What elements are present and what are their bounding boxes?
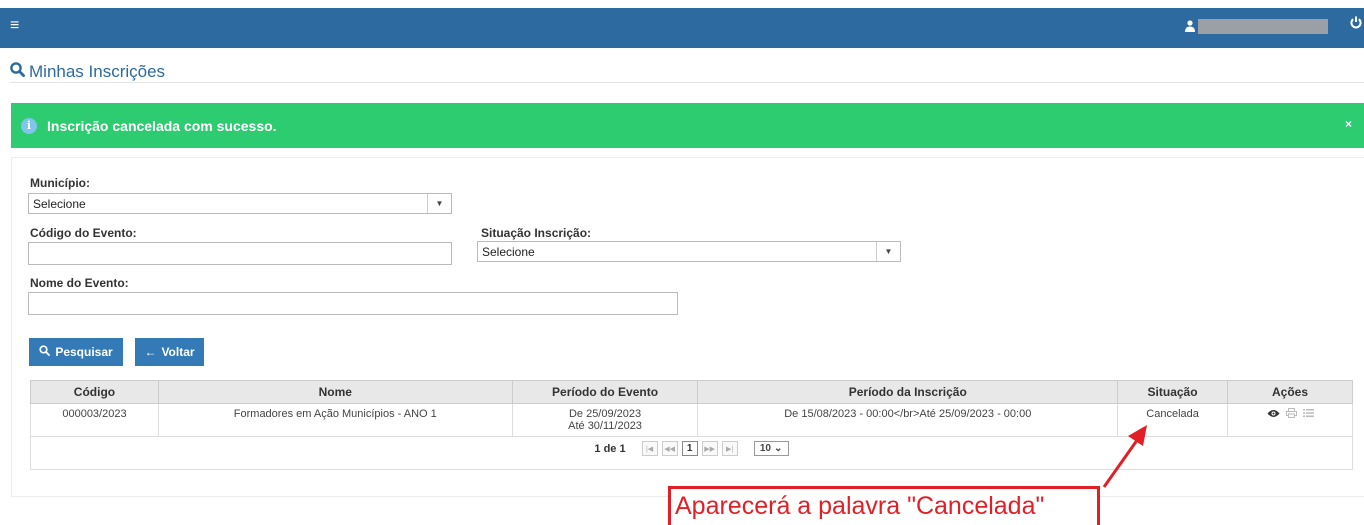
pager-row: 1 de 1 |◀ ◀◀ 1 ▶▶ ▶| 10 ⌄ <box>30 436 1353 470</box>
annotation-callout: Aparecerá a palavra "Cancelada" <box>668 486 1100 525</box>
printer-icon[interactable] <box>1285 408 1297 421</box>
cell-situacao: Cancelada <box>1117 403 1229 437</box>
cell-nome: Formadores em Ação Municípios - ANO 1 <box>157 403 513 437</box>
search-icon <box>10 62 26 82</box>
annotation-text: Aparecerá a palavra "Cancelada" <box>675 492 1045 520</box>
situacao-select[interactable]: Selecione ▼ <box>477 241 901 262</box>
top-navbar: ≡ <box>0 0 1364 48</box>
page-title-text: Minhas Inscrições <box>29 62 166 81</box>
periodo-evento-ate: Até 30/11/2023 <box>568 420 642 432</box>
next-page-icon[interactable]: ▶▶ <box>701 441 718 456</box>
alert-message: Inscrição cancelada com sucesso. <box>47 117 277 134</box>
municipio-select-value: Selecione <box>33 197 86 211</box>
municipio-select[interactable]: Selecione ▼ <box>28 193 452 214</box>
results-table: Código Nome Período do Evento Período da… <box>30 380 1353 470</box>
page-size-select[interactable]: 10 ⌄ <box>753 441 789 456</box>
search-icon <box>39 345 51 359</box>
situacao-select-value: Selecione <box>482 245 535 259</box>
cell-codigo: 000003/2023 <box>30 403 159 437</box>
page-number-button[interactable]: 1 <box>681 441 698 456</box>
page-title: Minhas Inscrições <box>10 62 165 82</box>
nome-evento-input[interactable] <box>28 292 678 315</box>
voltar-button[interactable]: ← Voltar <box>135 338 204 366</box>
hamburger-icon[interactable]: ≡ <box>10 18 19 34</box>
pesquisar-button[interactable]: Pesquisar <box>29 338 123 366</box>
eye-icon[interactable] <box>1267 409 1280 421</box>
column-header-acoes: Ações <box>1227 380 1353 404</box>
user-icon[interactable] <box>1185 19 1195 37</box>
periodo-evento-de: De 25/09/2023 <box>568 408 642 420</box>
power-icon[interactable] <box>1350 16 1362 32</box>
pesquisar-label: Pesquisar <box>55 345 113 359</box>
prev-page-icon[interactable]: ◀◀ <box>661 441 678 456</box>
chevron-down-icon: ▼ <box>876 242 900 261</box>
nome-evento-label: Nome do Evento: <box>30 276 129 290</box>
success-alert: i Inscrição cancelada com sucesso. × <box>11 103 1364 148</box>
column-header-nome[interactable]: Nome <box>157 380 513 404</box>
info-icon: i <box>21 117 37 134</box>
table-header-row: Código Nome Período do Evento Período da… <box>30 380 1353 404</box>
pager-cell: 1 de 1 |◀ ◀◀ 1 ▶▶ ▶| 10 ⌄ <box>30 436 1353 470</box>
pager: 1 de 1 |◀ ◀◀ 1 ▶▶ ▶| 10 ⌄ <box>31 441 1352 456</box>
column-header-codigo[interactable]: Código <box>30 380 159 404</box>
close-icon[interactable]: × <box>1345 117 1352 131</box>
list-icon[interactable] <box>1302 408 1314 421</box>
page-size-value: 10 <box>759 443 771 454</box>
cell-periodo-evento: De 25/09/2023 Até 30/11/2023 <box>511 403 699 437</box>
pager-info: 1 de 1 <box>594 442 626 455</box>
codigo-evento-label: Código do Evento: <box>30 226 137 240</box>
codigo-evento-input[interactable] <box>28 242 452 265</box>
cell-periodo-inscricao: De 15/08/2023 - 00:00</br>Até 25/09/2023… <box>697 403 1119 437</box>
table-row: 000003/2023 Formadores em Ação Município… <box>30 403 1353 437</box>
voltar-label: Voltar <box>161 345 195 359</box>
title-divider <box>10 82 1364 83</box>
column-header-situacao[interactable]: Situação <box>1117 380 1229 404</box>
last-page-icon[interactable]: ▶| <box>721 441 738 456</box>
user-name-redacted[interactable] <box>1198 19 1328 34</box>
cell-acoes <box>1227 403 1353 437</box>
column-header-periodo-inscricao[interactable]: Período da Inscrição <box>697 380 1119 404</box>
chevron-down-icon: ⌄ <box>773 443 783 454</box>
chevron-down-icon: ▼ <box>427 194 451 213</box>
municipio-label: Município: <box>30 176 90 190</box>
arrow-left-icon: ← <box>144 345 157 359</box>
first-page-icon[interactable]: |◀ <box>641 441 658 456</box>
situacao-label: Situação Inscrição: <box>481 226 592 240</box>
column-header-periodo-evento[interactable]: Período do Evento <box>511 380 699 404</box>
